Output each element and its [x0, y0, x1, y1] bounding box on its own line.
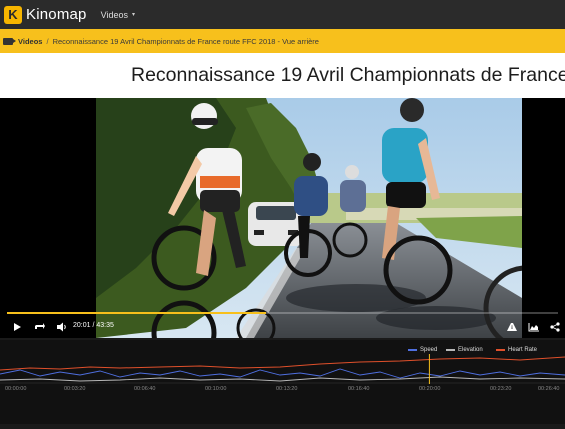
page-title: Reconnaissance 19 Avril Championnats de …: [131, 64, 565, 86]
breadcrumb-separator: /: [46, 36, 49, 46]
video-time-display: 20:01 / 43:35: [73, 322, 114, 329]
nav-videos-menu[interactable]: Videos ▾: [101, 10, 135, 20]
current-time: 20:01: [73, 322, 91, 329]
speed-swatch: [408, 349, 417, 351]
kinomap-logo[interactable]: K Kinomap: [4, 5, 87, 24]
tick-label: 00:00:00: [5, 386, 27, 392]
road-view-icon[interactable]: [506, 322, 518, 332]
legend-speed: Speed: [408, 347, 437, 353]
heart-rate-line: [0, 356, 565, 371]
tick-label: 00:26:40: [538, 386, 560, 392]
speed-line: [0, 368, 565, 379]
loop-icon[interactable]: [34, 322, 46, 332]
tick-label: 00:10:00: [205, 386, 227, 392]
nav-videos-label: Videos: [100, 9, 128, 20]
elevation-swatch: [446, 349, 455, 351]
elevation-chart-icon[interactable]: [528, 322, 540, 332]
volume-icon[interactable]: [56, 322, 68, 332]
tick-label: 00:20:00: [419, 386, 441, 392]
tick-label: 00:03:20: [64, 386, 86, 392]
tick-label: 00:13:20: [276, 386, 298, 392]
kinomap-logo-icon: K: [4, 5, 22, 24]
legend-heart-rate-label: Heart Rate: [508, 347, 538, 353]
tick-label: 00:06:40: [134, 386, 156, 392]
video-progress-bar[interactable]: [7, 312, 558, 314]
legend-elevation: Elevation: [446, 347, 483, 353]
chevron-down-icon: ▾: [131, 12, 135, 18]
breadcrumb: Videos / Reconnaissance 19 Avril Champio…: [0, 29, 565, 53]
heart-rate-swatch: [496, 349, 505, 351]
legend-heart-rate: Heart Rate: [496, 347, 537, 353]
share-icon[interactable]: [550, 322, 560, 332]
title-bar: Reconnaissance 19 Avril Championnats de …: [0, 53, 565, 98]
time-separator: /: [92, 322, 95, 329]
breadcrumb-current-page: Reconnaissance 19 Avril Championnats de …: [52, 36, 319, 46]
legend-speed-label: Speed: [420, 347, 438, 353]
breadcrumb-videos-link[interactable]: Videos: [18, 37, 42, 46]
app-name: Kinomap: [26, 6, 87, 23]
total-time: 43:35: [96, 322, 114, 329]
tick-label: 00:23:20: [490, 386, 512, 392]
tick-label: 00:16:40: [348, 386, 370, 392]
play-icon[interactable]: [12, 322, 22, 332]
top-navigation-bar: K Kinomap Videos ▾: [0, 0, 565, 29]
legend-elevation-label: Elevation: [458, 347, 483, 353]
video-progress-fill: [7, 312, 266, 314]
elevation-line: [0, 376, 565, 382]
video-frame-image: [96, 98, 522, 338]
video-frame[interactable]: [96, 98, 522, 338]
video-camera-icon: [3, 37, 16, 45]
video-player[interactable]: [0, 98, 565, 338]
